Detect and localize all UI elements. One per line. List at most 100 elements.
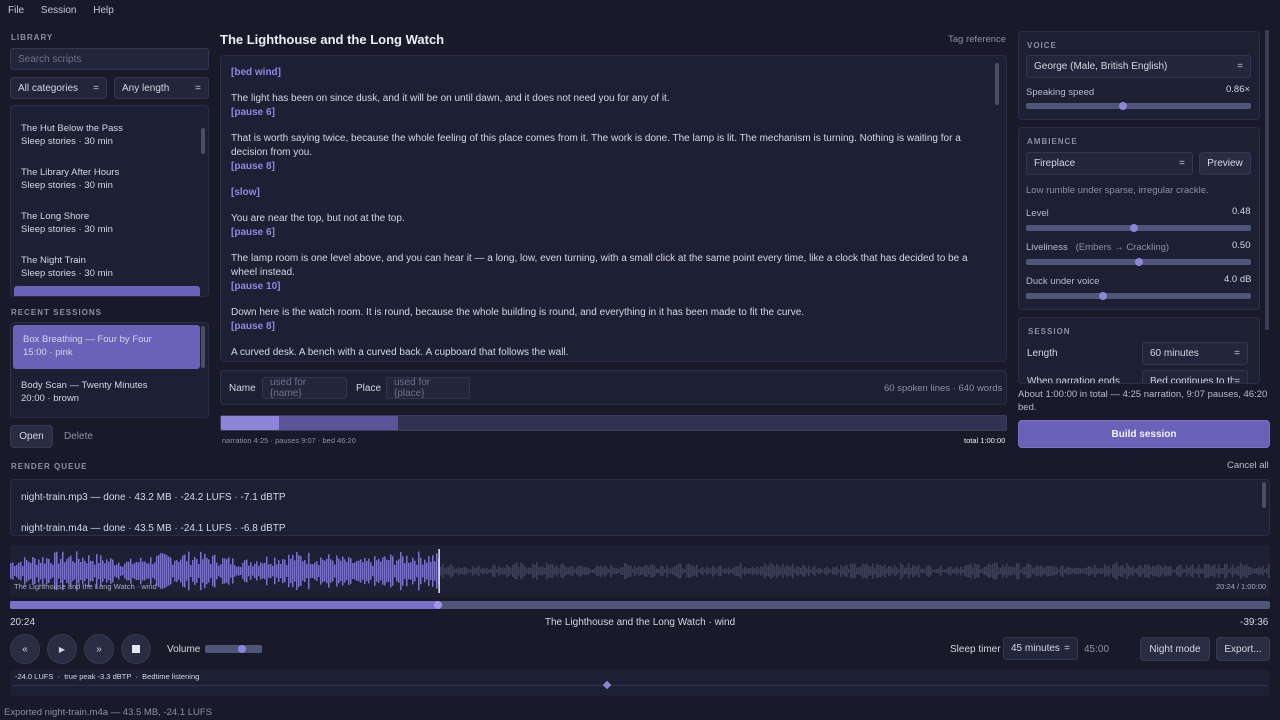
waveform-bar: [268, 564, 270, 578]
seek-bar[interactable]: [10, 601, 1270, 609]
waveform-bar: [422, 564, 424, 578]
waveform-bar: [1216, 568, 1218, 574]
level-slider[interactable]: [1026, 224, 1251, 232]
search-input[interactable]: Search scripts: [10, 48, 209, 70]
tag-reference-link[interactable]: Tag reference: [948, 34, 1006, 45]
delete-button[interactable]: Delete: [64, 431, 93, 442]
length-select[interactable]: 60 minutes =: [1142, 342, 1248, 365]
waveform-bar: [230, 564, 232, 578]
build-session-button[interactable]: Build session: [1018, 420, 1270, 448]
night-mode-button[interactable]: Night mode: [1140, 637, 1210, 661]
waveform-bar: [1032, 568, 1034, 574]
menu-help[interactable]: Help: [93, 5, 114, 16]
waveform-bar: [864, 564, 866, 578]
liveliness-slider-thumb[interactable]: [1134, 258, 1143, 266]
waveform-bar: [928, 565, 930, 577]
waveform-bar: [596, 565, 598, 577]
queue-item[interactable]: night-train.m4a — done · 43.5 MB · -24.1…: [21, 523, 286, 534]
waveform-bar: [298, 554, 300, 588]
place-input[interactable]: used for {place}: [386, 377, 470, 399]
level-slider-thumb[interactable]: [1130, 224, 1138, 232]
waveform-bar: [1112, 564, 1114, 578]
library-scrollbar[interactable]: [201, 128, 205, 154]
waveform-bar: [818, 567, 820, 575]
waveform-bar: [614, 567, 616, 575]
waveform-bar: [946, 568, 948, 574]
menu-file[interactable]: File: [8, 5, 24, 16]
waveform-bar: [952, 568, 954, 574]
waveform-bar: [374, 556, 376, 586]
waveform-bar: [1196, 568, 1198, 574]
waveform-bar: [1004, 566, 1006, 576]
menu-session[interactable]: Session: [41, 5, 77, 16]
waveform-bar: [498, 566, 500, 576]
waveform-bar: [630, 565, 632, 577]
ambience-select[interactable]: Fireplace =: [1026, 152, 1193, 175]
waveform-bar: [852, 564, 854, 578]
recent-scrollbar[interactable]: [201, 326, 205, 368]
waveform-bar: [116, 564, 118, 578]
waveform-bar: [712, 565, 714, 577]
waveform-bar: [10, 563, 12, 579]
waveform-bar: [1028, 563, 1030, 579]
waveform-bar: [476, 567, 478, 575]
waveform-bar: [1040, 565, 1042, 577]
script-editor[interactable]: [bed wind] The light has been on since du…: [220, 55, 1007, 362]
list-item[interactable]: The Long Shore Sleep stories · 30 min: [11, 202, 208, 244]
seek-progress: [10, 601, 439, 609]
waveform-bar: [906, 567, 908, 575]
list-item-selected[interactable]: Box Breathing — Four by Four 15:00 · pin…: [13, 325, 200, 369]
waveform[interactable]: The Lighthouse and the Long Watch · wind…: [10, 545, 1270, 597]
waveform-bar: [934, 569, 936, 573]
queue-scrollbar[interactable]: [1262, 482, 1266, 508]
volume-slider-thumb[interactable]: [238, 645, 247, 653]
voice-select[interactable]: George (Male, British English) =: [1026, 55, 1251, 78]
waveform-bar: [998, 567, 1000, 575]
waveform-bar: [494, 564, 496, 578]
ambience-label: AMBIENCE: [1027, 137, 1078, 146]
cancel-all-button[interactable]: Cancel all: [1227, 460, 1269, 471]
sleep-timer-select[interactable]: 45 minutes =: [1003, 637, 1078, 660]
waveform-bar: [562, 563, 564, 579]
waveform-bar: [1254, 568, 1256, 574]
waveform-bar: [458, 566, 460, 576]
duck-slider-thumb[interactable]: [1098, 292, 1107, 300]
list-item[interactable]: Body Scan — Twenty Minutes 20:00 · brown: [11, 371, 200, 413]
stop-button[interactable]: [121, 634, 151, 664]
selected-item[interactable]: [14, 286, 200, 296]
waveform-bar: [926, 565, 928, 577]
waveform-bar: [1160, 565, 1162, 577]
speed-slider[interactable]: [1026, 102, 1251, 110]
waveform-bar: [768, 565, 770, 577]
waveform-bar: [656, 568, 658, 574]
liveliness-slider[interactable]: [1026, 258, 1251, 266]
waveform-bar: [1262, 565, 1264, 577]
waveform-bar: [684, 569, 686, 573]
waveform-bar: [674, 566, 676, 576]
open-button[interactable]: Open: [10, 425, 53, 448]
list-item[interactable]: The Night Train Sleep stories · 30 min: [11, 246, 208, 288]
waveform-bar: [38, 559, 40, 583]
queue-item[interactable]: night-train.mp3 — done · 43.2 MB · -24.2…: [21, 492, 286, 503]
playhead[interactable]: [438, 549, 440, 593]
volume-slider[interactable]: [205, 645, 262, 653]
duck-slider[interactable]: [1026, 292, 1251, 300]
export-button[interactable]: Export...: [1216, 637, 1270, 661]
right-panel-scrollbar[interactable]: [1265, 30, 1269, 330]
category-select[interactable]: All categories =: [10, 77, 107, 99]
waveform-bar: [1266, 568, 1268, 574]
seek-thumb[interactable]: [434, 601, 443, 609]
item-meta: Sleep stories · 30 min: [21, 180, 113, 191]
length-select[interactable]: Any length =: [114, 77, 209, 99]
narration-ends-select[interactable]: Bed continues to the end=: [1142, 370, 1248, 383]
name-input[interactable]: used for {name}: [262, 377, 347, 399]
play-button[interactable]: ▶: [47, 634, 77, 664]
speed-slider-thumb[interactable]: [1118, 102, 1127, 110]
preview-button[interactable]: Preview: [1199, 152, 1251, 175]
list-item[interactable]: The Hut Below the Pass Sleep stories · 30…: [11, 114, 208, 156]
list-item[interactable]: The Library After Hours Sleep stories · 3…: [11, 158, 208, 200]
waveform-bar: [278, 560, 280, 582]
forward-button[interactable]: »: [84, 634, 114, 664]
editor-scrollbar[interactable]: [995, 63, 999, 105]
rewind-button[interactable]: «: [10, 634, 40, 664]
